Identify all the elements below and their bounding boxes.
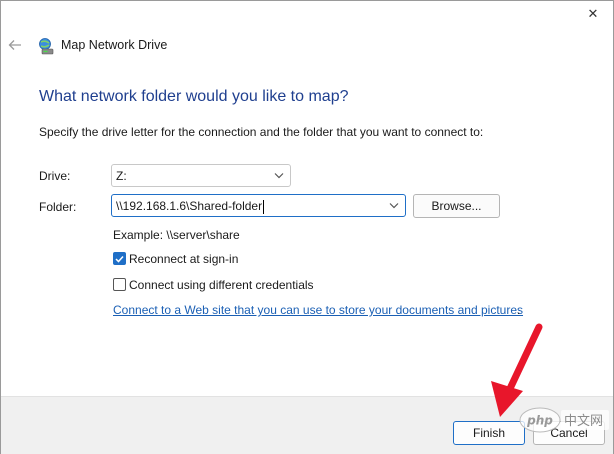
close-icon: ✕	[587, 6, 599, 21]
back-arrow-icon	[8, 40, 21, 50]
page-heading: What network folder would you like to ma…	[39, 88, 349, 105]
chevron-down-icon	[274, 173, 284, 179]
network-drive-icon	[39, 38, 54, 55]
annotation-arrow-icon	[491, 323, 543, 417]
close-button[interactable]: ✕	[577, 4, 609, 24]
web-site-link[interactable]: Connect to a Web site that you can use t…	[113, 303, 523, 317]
php-watermark-logo: php 中文网	[519, 407, 609, 433]
drive-select[interactable]: Z:	[111, 164, 291, 187]
svg-text:中文网: 中文网	[564, 414, 603, 429]
finish-button[interactable]: Finish	[453, 421, 525, 445]
example-text: Example: \\server\share	[113, 228, 240, 242]
text-caret	[263, 199, 265, 214]
back-button[interactable]	[7, 37, 23, 53]
folder-input[interactable]: \\192.168.1.6\Shared-folder	[116, 199, 265, 214]
folder-combobox[interactable]: \\192.168.1.6\Shared-folder	[111, 194, 406, 217]
reconnect-label[interactable]: Reconnect at sign-in	[129, 252, 238, 266]
credentials-checkbox[interactable]	[113, 278, 126, 291]
dialog-title: Map Network Drive	[61, 38, 168, 52]
svg-text:php: php	[526, 414, 553, 428]
browse-button[interactable]: Browse...	[413, 194, 500, 218]
chevron-down-icon[interactable]	[389, 202, 399, 209]
reconnect-checkbox[interactable]	[113, 252, 126, 265]
credentials-label[interactable]: Connect using different credentials	[129, 278, 314, 292]
drive-label: Drive:	[39, 169, 71, 183]
map-network-drive-dialog: ✕ Map Network Drive What network folder …	[0, 0, 614, 454]
checkmark-icon	[115, 255, 124, 263]
dialog-header: Map Network Drive	[1, 29, 613, 61]
web-site-link-suffix: .	[517, 303, 521, 317]
drive-value: Z:	[116, 169, 127, 183]
instructions-text: Specify the drive letter for the connect…	[39, 125, 484, 139]
folder-label: Folder:	[39, 200, 77, 214]
folder-value: \\192.168.1.6\Shared-folder	[116, 199, 263, 213]
